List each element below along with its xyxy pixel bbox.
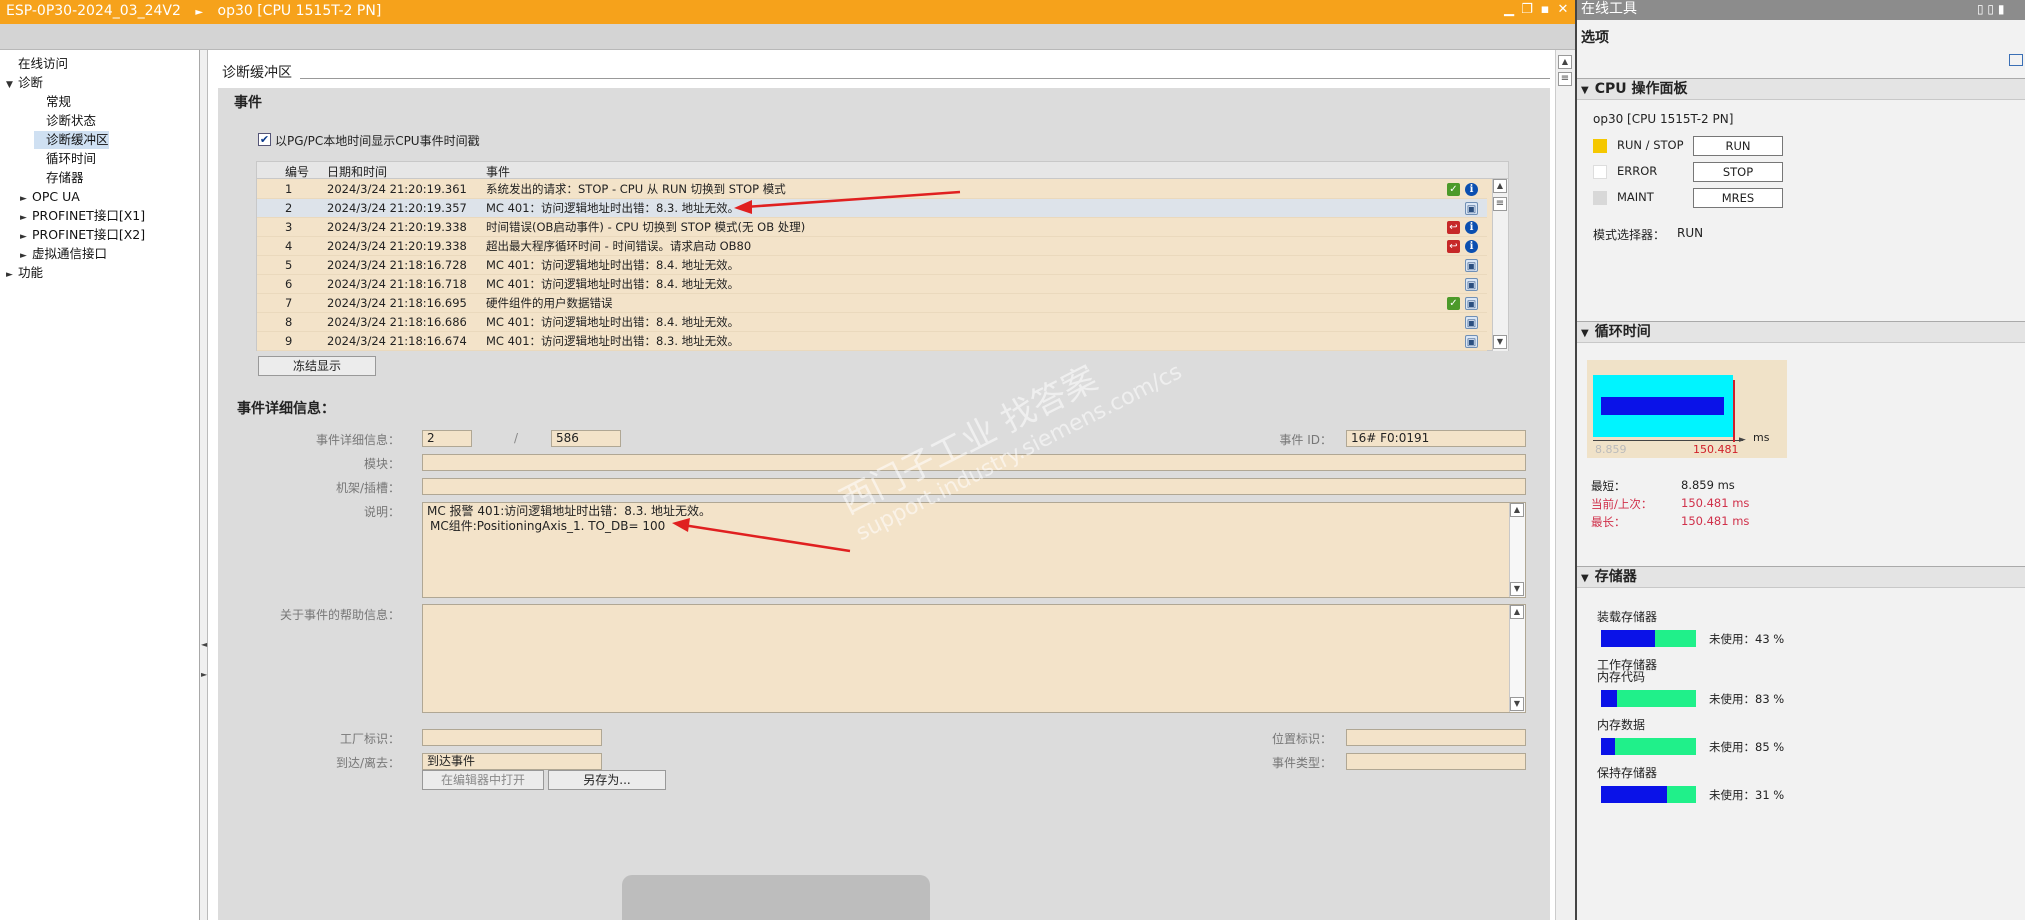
cycle-max-marker [1733, 380, 1735, 442]
cycle-time-header[interactable]: ▼ 循环时间 [1577, 321, 2025, 343]
memory-free-text: 未使用：31 % [1709, 788, 1785, 802]
memory-label: 保持存储器 [1597, 766, 1658, 780]
memory-label: 装载存储器 [1597, 610, 1658, 624]
cpu-mode-button[interactable]: RUN [1693, 136, 1783, 156]
main-scrollbar[interactable]: ▲ ≡ [1555, 50, 1575, 920]
arrow-line-2 [682, 523, 851, 553]
memory-header[interactable]: ▼ 存储器 [1577, 566, 2025, 588]
main-scroll-up-icon[interactable]: ▲ [1558, 55, 1572, 69]
memory-used-fill [1601, 690, 1617, 707]
cpu-name: op30 [CPU 1515T-2 PN] [1593, 112, 1734, 126]
led-label: MAINT [1617, 190, 1654, 204]
led-label: RUN / STOP [1617, 138, 1684, 152]
memory-usage-bar [1601, 690, 1696, 707]
memory-title: 存储器 [1594, 569, 1637, 585]
cycle-current-bar [1601, 397, 1724, 415]
cycle-axis [1593, 440, 1743, 441]
memory-free-text: 未使用：83 % [1709, 692, 1785, 706]
memory-used-fill [1601, 786, 1667, 803]
cycle-stat-label: 当前/上次： [1591, 497, 1653, 511]
online-tools-panel: 在线工具 ▯ ▯ ▮ 选项 ▼ CPU 操作面板 op30 [CPU 1515T-… [1575, 0, 2025, 920]
online-tools-title: 在线工具 [1577, 0, 2025, 20]
mode-selector-value: RUN [1677, 226, 1704, 240]
status-led [1593, 139, 1607, 153]
main-scroll-thumb[interactable]: ≡ [1558, 72, 1572, 86]
cycle-stat-value: 8.859 ms [1681, 478, 1735, 492]
memory-usage-bar [1601, 786, 1696, 803]
cpu-panel-header[interactable]: ▼ CPU 操作面板 [1577, 78, 2025, 100]
cpu-mode-button[interactable]: MRES [1693, 188, 1783, 208]
cycle-stat-value: 150.481 ms [1681, 514, 1750, 528]
options-window-icon[interactable] [2009, 54, 2023, 66]
status-led [1593, 191, 1607, 205]
cycle-chart: ► 8.859 150.481 ms [1587, 360, 1787, 458]
annotation-arrows [672, 190, 961, 553]
cycle-axis-max: 150.481 [1693, 443, 1739, 456]
status-led [1593, 165, 1607, 179]
cpu-panel-title: CPU 操作面板 [1594, 81, 1688, 97]
cycle-axis-arrow-icon: ► [1739, 435, 1746, 445]
memory-free-text: 未使用：43 % [1709, 632, 1785, 646]
cycle-stat-label: 最短： [1591, 479, 1626, 493]
cycle-collapse-icon[interactable]: ▼ [1581, 328, 1589, 339]
cycle-stat-label: 最长： [1591, 515, 1626, 529]
memory-used-fill [1601, 630, 1655, 647]
memory-label: 内存数据 [1597, 718, 1646, 732]
mode-selector-label: 模式选择器： [1593, 228, 1666, 242]
options-title: 选项 [1581, 30, 1609, 46]
cycle-stat-value: 150.481 ms [1681, 496, 1750, 510]
arrow-head-2 [672, 518, 690, 532]
memory-usage-bar [1601, 630, 1696, 647]
cpu-panel-collapse-icon[interactable]: ▼ [1581, 85, 1589, 96]
arrow-head-1 [734, 200, 752, 214]
cycle-axis-min: 8.859 [1595, 443, 1627, 456]
memory-collapse-icon[interactable]: ▼ [1581, 573, 1589, 584]
memory-used-fill [1601, 738, 1615, 755]
led-label: ERROR [1617, 164, 1658, 178]
cpu-mode-button[interactable]: STOP [1693, 162, 1783, 182]
cycle-time-title: 循环时间 [1594, 324, 1651, 340]
panel-pin-icon[interactable]: ▯ ▯ ▮ [1977, 2, 2004, 16]
memory-free-text: 未使用：85 % [1709, 740, 1785, 754]
memory-sublabel: 内存代码 [1597, 670, 1646, 684]
memory-usage-bar [1601, 738, 1696, 755]
cycle-unit: ms [1753, 431, 1770, 444]
arrow-line-1 [744, 190, 961, 209]
